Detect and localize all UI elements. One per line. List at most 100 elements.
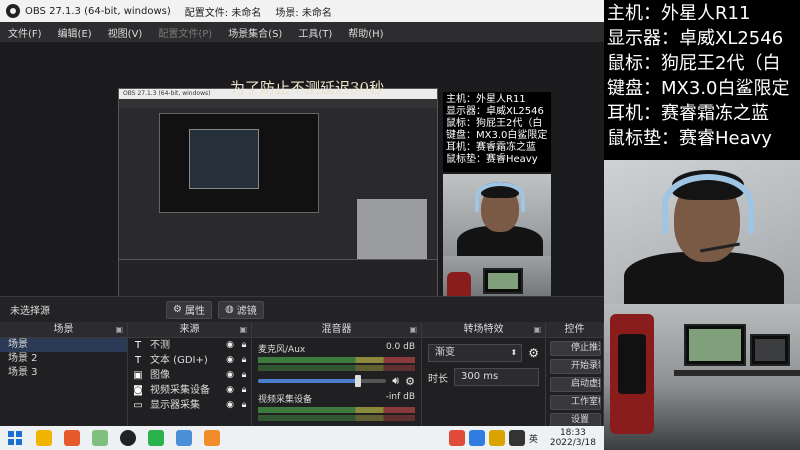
visibility-eye-icon[interactable]: ◉ [223, 338, 237, 353]
sources-title: 来源 [179, 324, 200, 335]
controls-title: 控件 [564, 324, 585, 335]
preview-spec-line: 耳机：赛睿霜冻之蓝 [446, 142, 536, 153]
lock-icon[interactable]: 🔒︎ [237, 338, 251, 353]
channel-db: 0.0 dB [385, 342, 415, 352]
preview-webcam [443, 174, 551, 256]
visibility-eye-icon[interactable]: ◉ [223, 353, 237, 368]
tray-icon[interactable] [488, 430, 505, 446]
tray-icon[interactable] [448, 430, 465, 446]
transition-select[interactable]: 渐变 ⬍ [428, 344, 523, 362]
source-item[interactable]: T 文本 (GDI+) ◉ 🔒︎ [128, 353, 251, 368]
scene-item[interactable]: 场景 [0, 338, 127, 352]
dock-float-icon[interactable]: ▣ [239, 322, 247, 338]
studio-mode-button[interactable]: 工作室模式 [550, 395, 601, 410]
spec-line: 鼠标：狗屁王2代（白 [607, 53, 781, 74]
start-recording-button[interactable]: 开始录制 [550, 359, 601, 374]
lock-icon[interactable]: 🔒︎ [237, 383, 251, 398]
duration-label: 时长 [428, 373, 448, 385]
preview-spec-line: 显示器：卓威XL2546 [446, 106, 544, 117]
filters-button[interactable]: ◍ 滤镜 [217, 300, 264, 319]
app-icon[interactable] [36, 430, 52, 446]
source-item[interactable]: T 不测 ◉ 🔒︎ [128, 338, 251, 353]
transition-value: 渐变 [435, 347, 455, 358]
image-source-icon: ▣ [133, 370, 143, 381]
nested-preview-deep [189, 129, 259, 189]
sources-header: 来源 ▣ [128, 322, 251, 338]
menu-help[interactable]: 帮助(H) [340, 25, 391, 40]
menu-view[interactable]: 视图(V) [100, 25, 151, 40]
app-icon[interactable] [176, 430, 192, 446]
mixer-title: 混音器 [321, 324, 352, 335]
transitions-dock: 转场特效 ▣ 渐变 ⬍ ⚙ 时长 300 ms [422, 322, 546, 426]
preview-canvas[interactable]: OBS 27.1.3 (64-bit, windows) 为了防止不测延迟30秒… [0, 42, 604, 336]
wechat-icon[interactable] [148, 430, 164, 446]
lock-icon[interactable]: 🔒︎ [237, 368, 251, 383]
visibility-eye-icon[interactable]: ◉ [223, 383, 237, 398]
clock[interactable]: 18:33 2022/3/18 [550, 428, 596, 448]
clock-date: 2022/3/18 [549, 438, 596, 448]
scene-item[interactable]: 场景 2 [0, 352, 127, 366]
tray-icon[interactable] [508, 430, 525, 446]
visibility-eye-icon[interactable]: ◉ [223, 398, 237, 413]
preview-spec-line: 鼠标垫：赛睿Heavy [446, 154, 538, 165]
tray-icon[interactable] [468, 430, 485, 446]
source-label: 图像 [150, 370, 170, 381]
dock-float-icon[interactable]: ▣ [533, 322, 541, 338]
lock-icon[interactable]: 🔒︎ [237, 398, 251, 413]
scenes-header: 场景 ▣ [0, 322, 127, 338]
source-label: 显示器采集 [150, 400, 200, 411]
settings-button[interactable]: 设置 [550, 413, 601, 426]
filters-label: 滤镜 [236, 306, 257, 317]
stop-streaming-button[interactable]: 停止推流 [550, 341, 601, 356]
speaker-icon[interactable]: 🔊︎ [392, 374, 399, 388]
menu-tools[interactable]: 工具(T) [290, 25, 340, 40]
menu-file[interactable]: 文件(F) [0, 25, 50, 40]
visibility-eye-icon[interactable]: ◉ [223, 368, 237, 383]
app-icon[interactable] [204, 430, 220, 446]
app-icon[interactable] [92, 430, 108, 446]
menu-edit[interactable]: 编辑(E) [50, 25, 100, 40]
screen: OBS 27.1.3 (64-bit, windows) 配置文件: 未命名 场… [0, 0, 800, 450]
text-source-icon: T [134, 340, 142, 351]
system-tray: 英 18:33 2022/3/18 [448, 428, 604, 448]
spec-line: 耳机：赛睿霜冻之蓝 [607, 103, 769, 124]
dock-float-icon[interactable]: ▣ [409, 322, 417, 338]
start-button-icon[interactable] [8, 431, 22, 445]
preview-overlay-title: 为了防止不测延迟30秒 [230, 79, 385, 97]
input-language[interactable]: 英 [529, 432, 538, 445]
gear-icon[interactable]: ⚙ [405, 375, 415, 388]
volume-slider[interactable] [258, 375, 387, 387]
menu-profile[interactable]: 配置文件(P) [150, 25, 220, 40]
monitor-source-icon: ▭ [133, 400, 143, 411]
monitor [483, 268, 523, 294]
source-item[interactable]: ▭ 显示器采集 ◉ 🔒︎ [128, 398, 251, 413]
source-item[interactable]: ◙ 视频采集设备 ◉ 🔒︎ [128, 383, 251, 398]
sources-dock: 来源 ▣ T 不测 ◉ 🔒︎ T 文本 (GDI+) ◉ 🔒︎ ▣ 图像 ◉ 🔒︎ ◙ 视频采集设备 ◉… [128, 322, 252, 426]
virtual-camera-button[interactable]: 启动虚拟摄像机 [550, 377, 601, 392]
filter-icon: ◍ [224, 304, 234, 315]
obs-logo-icon [6, 4, 20, 18]
volume-slider-fill [258, 379, 358, 383]
dock-float-icon[interactable]: ▣ [115, 322, 123, 338]
preview-spec-line: 鼠标：狗屁王2代（白 [446, 118, 543, 129]
app-title: OBS 27.1.3 (64-bit, windows) [25, 5, 171, 17]
gear-icon[interactable]: ⚙ [528, 346, 539, 360]
lock-icon[interactable]: 🔒︎ [237, 353, 251, 368]
headset [475, 182, 525, 212]
spec-line: 鼠标垫：赛睿Heavy [607, 128, 772, 149]
properties-button[interactable]: ⚙ 属性 [166, 300, 212, 319]
headset [662, 174, 754, 234]
transitions-title: 转场特效 [463, 324, 504, 335]
preview-specs-text: 主机：外星人R11 显示器：卓威XL2546 鼠标：狗屁王2代（白 键盘：MX3… [443, 92, 551, 172]
menu-scene-collection[interactable]: 场景集合(S) [220, 25, 290, 40]
spec-line: 主机：外星人R11 [607, 3, 751, 24]
desk [674, 370, 800, 376]
camera-source-icon: ◙ [133, 385, 143, 396]
volume-slider-knob[interactable] [354, 375, 361, 387]
webcam-overlay [604, 160, 800, 304]
duration-input[interactable]: 300 ms [454, 368, 539, 386]
source-item[interactable]: ▣ 图像 ◉ 🔒︎ [128, 368, 251, 383]
scene-item[interactable]: 场景 3 [0, 366, 127, 380]
obs-app-icon[interactable] [120, 430, 136, 446]
app-icon[interactable] [64, 430, 80, 446]
